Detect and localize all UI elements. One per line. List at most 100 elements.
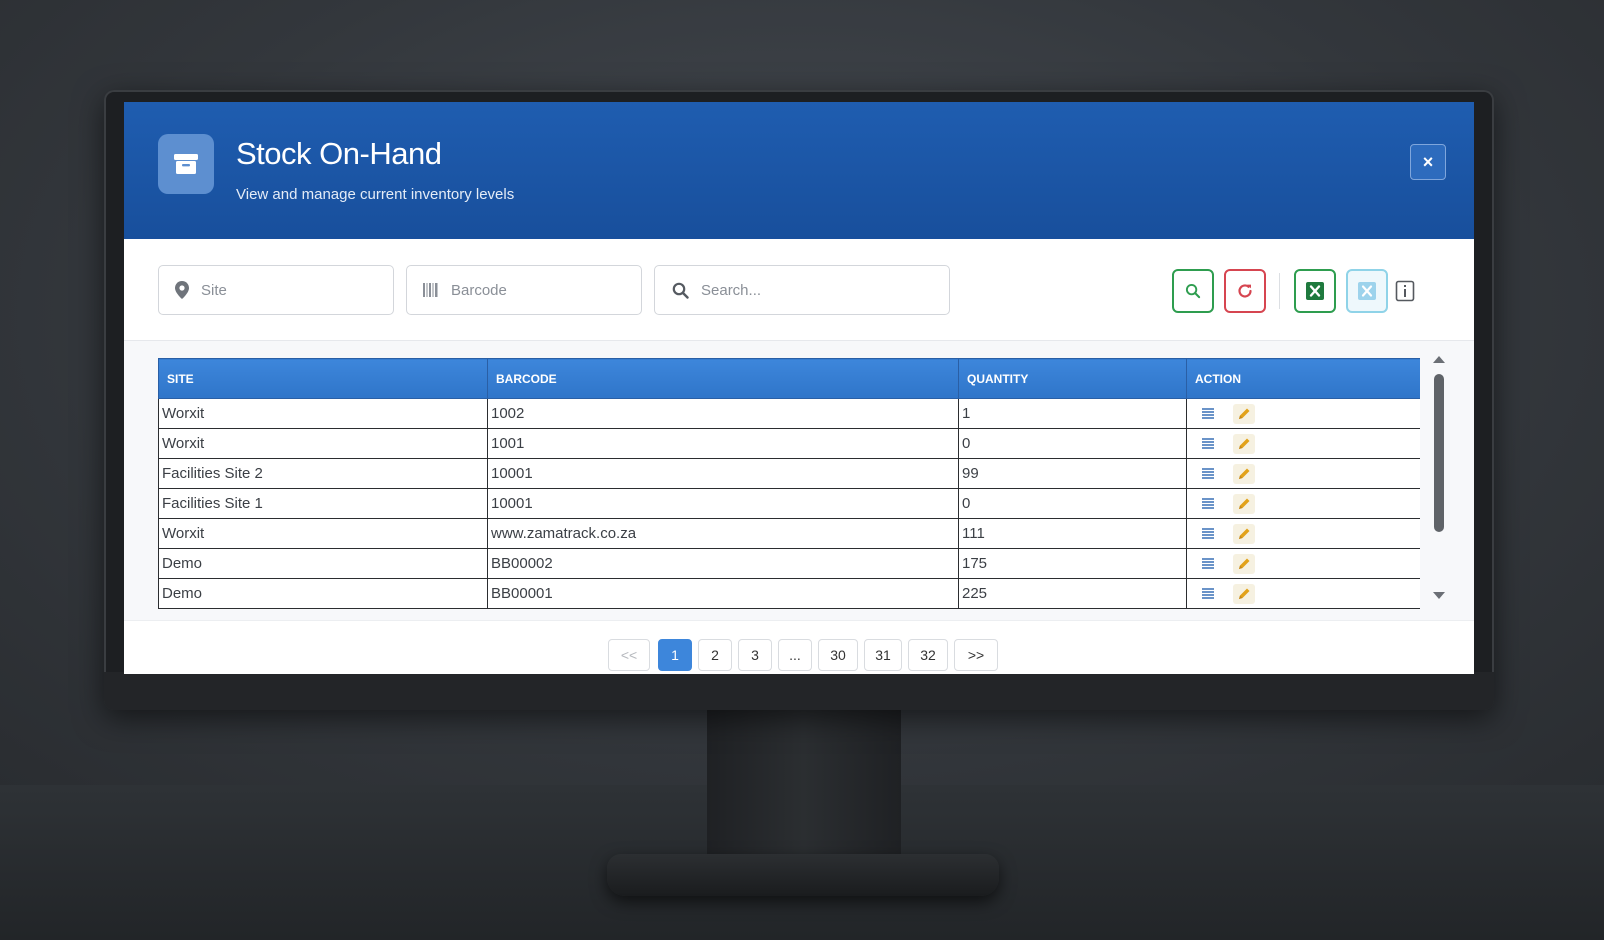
cell-barcode: 1002	[487, 398, 959, 429]
table-header-row: SITE BARCODE QUANTITY ACTION	[158, 358, 1420, 399]
edit-button[interactable]	[1233, 463, 1255, 484]
search-icon	[671, 281, 689, 299]
map-pin-icon	[175, 281, 189, 299]
info-icon	[1395, 280, 1415, 302]
monitor-stand-base	[607, 854, 999, 896]
cell-action	[1186, 548, 1420, 579]
cell-action	[1186, 428, 1420, 459]
scroll-down-arrow[interactable]	[1433, 592, 1445, 599]
pagination-ellipsis: ...	[778, 639, 812, 671]
refresh-button[interactable]	[1224, 269, 1266, 313]
view-details-button[interactable]	[1197, 524, 1219, 544]
monitor-stand-neck	[707, 710, 901, 862]
cell-action	[1186, 518, 1420, 549]
cell-site: Demo	[158, 548, 488, 579]
cell-quantity: 99	[958, 458, 1187, 489]
list-icon	[1202, 528, 1214, 539]
excel-export-icon	[1306, 282, 1324, 300]
page-title: Stock On-Hand	[236, 136, 442, 171]
cell-quantity: 175	[958, 548, 1187, 579]
excel-import-icon	[1358, 282, 1376, 300]
search-button[interactable]	[1172, 269, 1214, 313]
cell-action	[1186, 458, 1420, 489]
table-row: Worxit 1001 0	[158, 428, 1420, 459]
barcode-filter[interactable]	[406, 265, 650, 315]
cell-action	[1186, 578, 1420, 609]
scroll-up-arrow[interactable]	[1433, 356, 1445, 363]
edit-button[interactable]	[1233, 523, 1255, 544]
site-input[interactable]	[201, 281, 400, 299]
cell-site: Worxit	[158, 518, 488, 549]
cell-site: Worxit	[158, 428, 488, 459]
pencil-icon	[1239, 468, 1250, 479]
app-window: Stock On-Hand View and manage current in…	[124, 102, 1474, 674]
search-icon	[1185, 283, 1201, 299]
cell-quantity: 1	[958, 398, 1187, 429]
list-icon	[1202, 438, 1214, 449]
edit-button[interactable]	[1233, 583, 1255, 604]
table-row: Worxit 1002 1	[158, 398, 1420, 429]
edit-button[interactable]	[1233, 403, 1255, 424]
cell-site: Facilities Site 1	[158, 488, 488, 519]
edit-button[interactable]	[1233, 433, 1255, 454]
export-excel-button[interactable]	[1294, 269, 1336, 313]
cell-action	[1186, 398, 1420, 429]
cell-barcode: 1001	[487, 428, 959, 459]
list-icon	[1202, 588, 1214, 599]
cell-site: Worxit	[158, 398, 488, 429]
import-excel-button[interactable]	[1346, 269, 1388, 313]
pagination-next[interactable]: >>	[954, 639, 998, 671]
pencil-icon	[1239, 588, 1250, 599]
pagination-page-31[interactable]: 31	[864, 639, 902, 671]
view-details-button[interactable]	[1197, 404, 1219, 424]
cell-barcode: 10001	[487, 458, 959, 489]
barcode-icon	[423, 281, 439, 299]
pagination-prev[interactable]: <<	[608, 639, 650, 671]
cell-action	[1186, 488, 1420, 519]
pencil-icon	[1239, 438, 1250, 449]
view-details-button[interactable]	[1197, 494, 1219, 514]
search-input[interactable]	[701, 281, 901, 299]
table-row: Worxit www.zamatrack.co.za 111	[158, 518, 1420, 549]
pagination-page-32[interactable]: 32	[908, 639, 948, 671]
refresh-icon	[1238, 284, 1252, 298]
pagination-page-2[interactable]: 2	[698, 639, 732, 671]
site-filter[interactable]	[158, 265, 400, 315]
pagination-page-30[interactable]: 30	[818, 639, 858, 671]
view-details-button[interactable]	[1197, 434, 1219, 454]
cell-quantity: 0	[958, 488, 1187, 519]
pencil-icon	[1239, 558, 1250, 569]
view-details-button[interactable]	[1197, 584, 1219, 604]
column-header-site[interactable]: SITE	[158, 358, 488, 399]
barcode-input[interactable]	[451, 281, 650, 299]
list-icon	[1202, 498, 1214, 509]
close-icon: ×	[1422, 151, 1434, 172]
toolbar-divider	[1279, 273, 1280, 309]
cell-barcode: BB00001	[487, 578, 959, 609]
page-header: Stock On-Hand View and manage current in…	[124, 102, 1474, 239]
table-row: Demo BB00002 175	[158, 548, 1420, 579]
column-header-barcode[interactable]: BARCODE	[487, 358, 959, 399]
list-icon	[1202, 468, 1214, 479]
info-button[interactable]	[1392, 269, 1418, 313]
view-details-button[interactable]	[1197, 554, 1219, 574]
archive-box-icon	[158, 134, 214, 194]
edit-button[interactable]	[1233, 553, 1255, 574]
cell-barcode: BB00002	[487, 548, 959, 579]
cell-barcode: 10001	[487, 488, 959, 519]
list-icon	[1202, 558, 1214, 569]
scrollbar-thumb[interactable]	[1434, 374, 1444, 532]
cell-barcode: www.zamatrack.co.za	[487, 518, 959, 549]
column-header-quantity[interactable]: QUANTITY	[958, 358, 1187, 399]
pagination-page-1[interactable]: 1	[658, 639, 692, 671]
view-details-button[interactable]	[1197, 464, 1219, 484]
monitor-chin	[104, 672, 1494, 710]
page-subtitle: View and manage current inventory levels	[236, 186, 515, 203]
pagination: << 1 2 3 ... 30 31 32 >>	[124, 620, 1474, 674]
close-button[interactable]: ×	[1410, 144, 1446, 180]
edit-button[interactable]	[1233, 493, 1255, 514]
list-icon	[1202, 408, 1214, 419]
search-filter[interactable]	[654, 265, 950, 315]
pagination-page-3[interactable]: 3	[738, 639, 772, 671]
table-row: Facilities Site 2 10001 99	[158, 458, 1420, 489]
